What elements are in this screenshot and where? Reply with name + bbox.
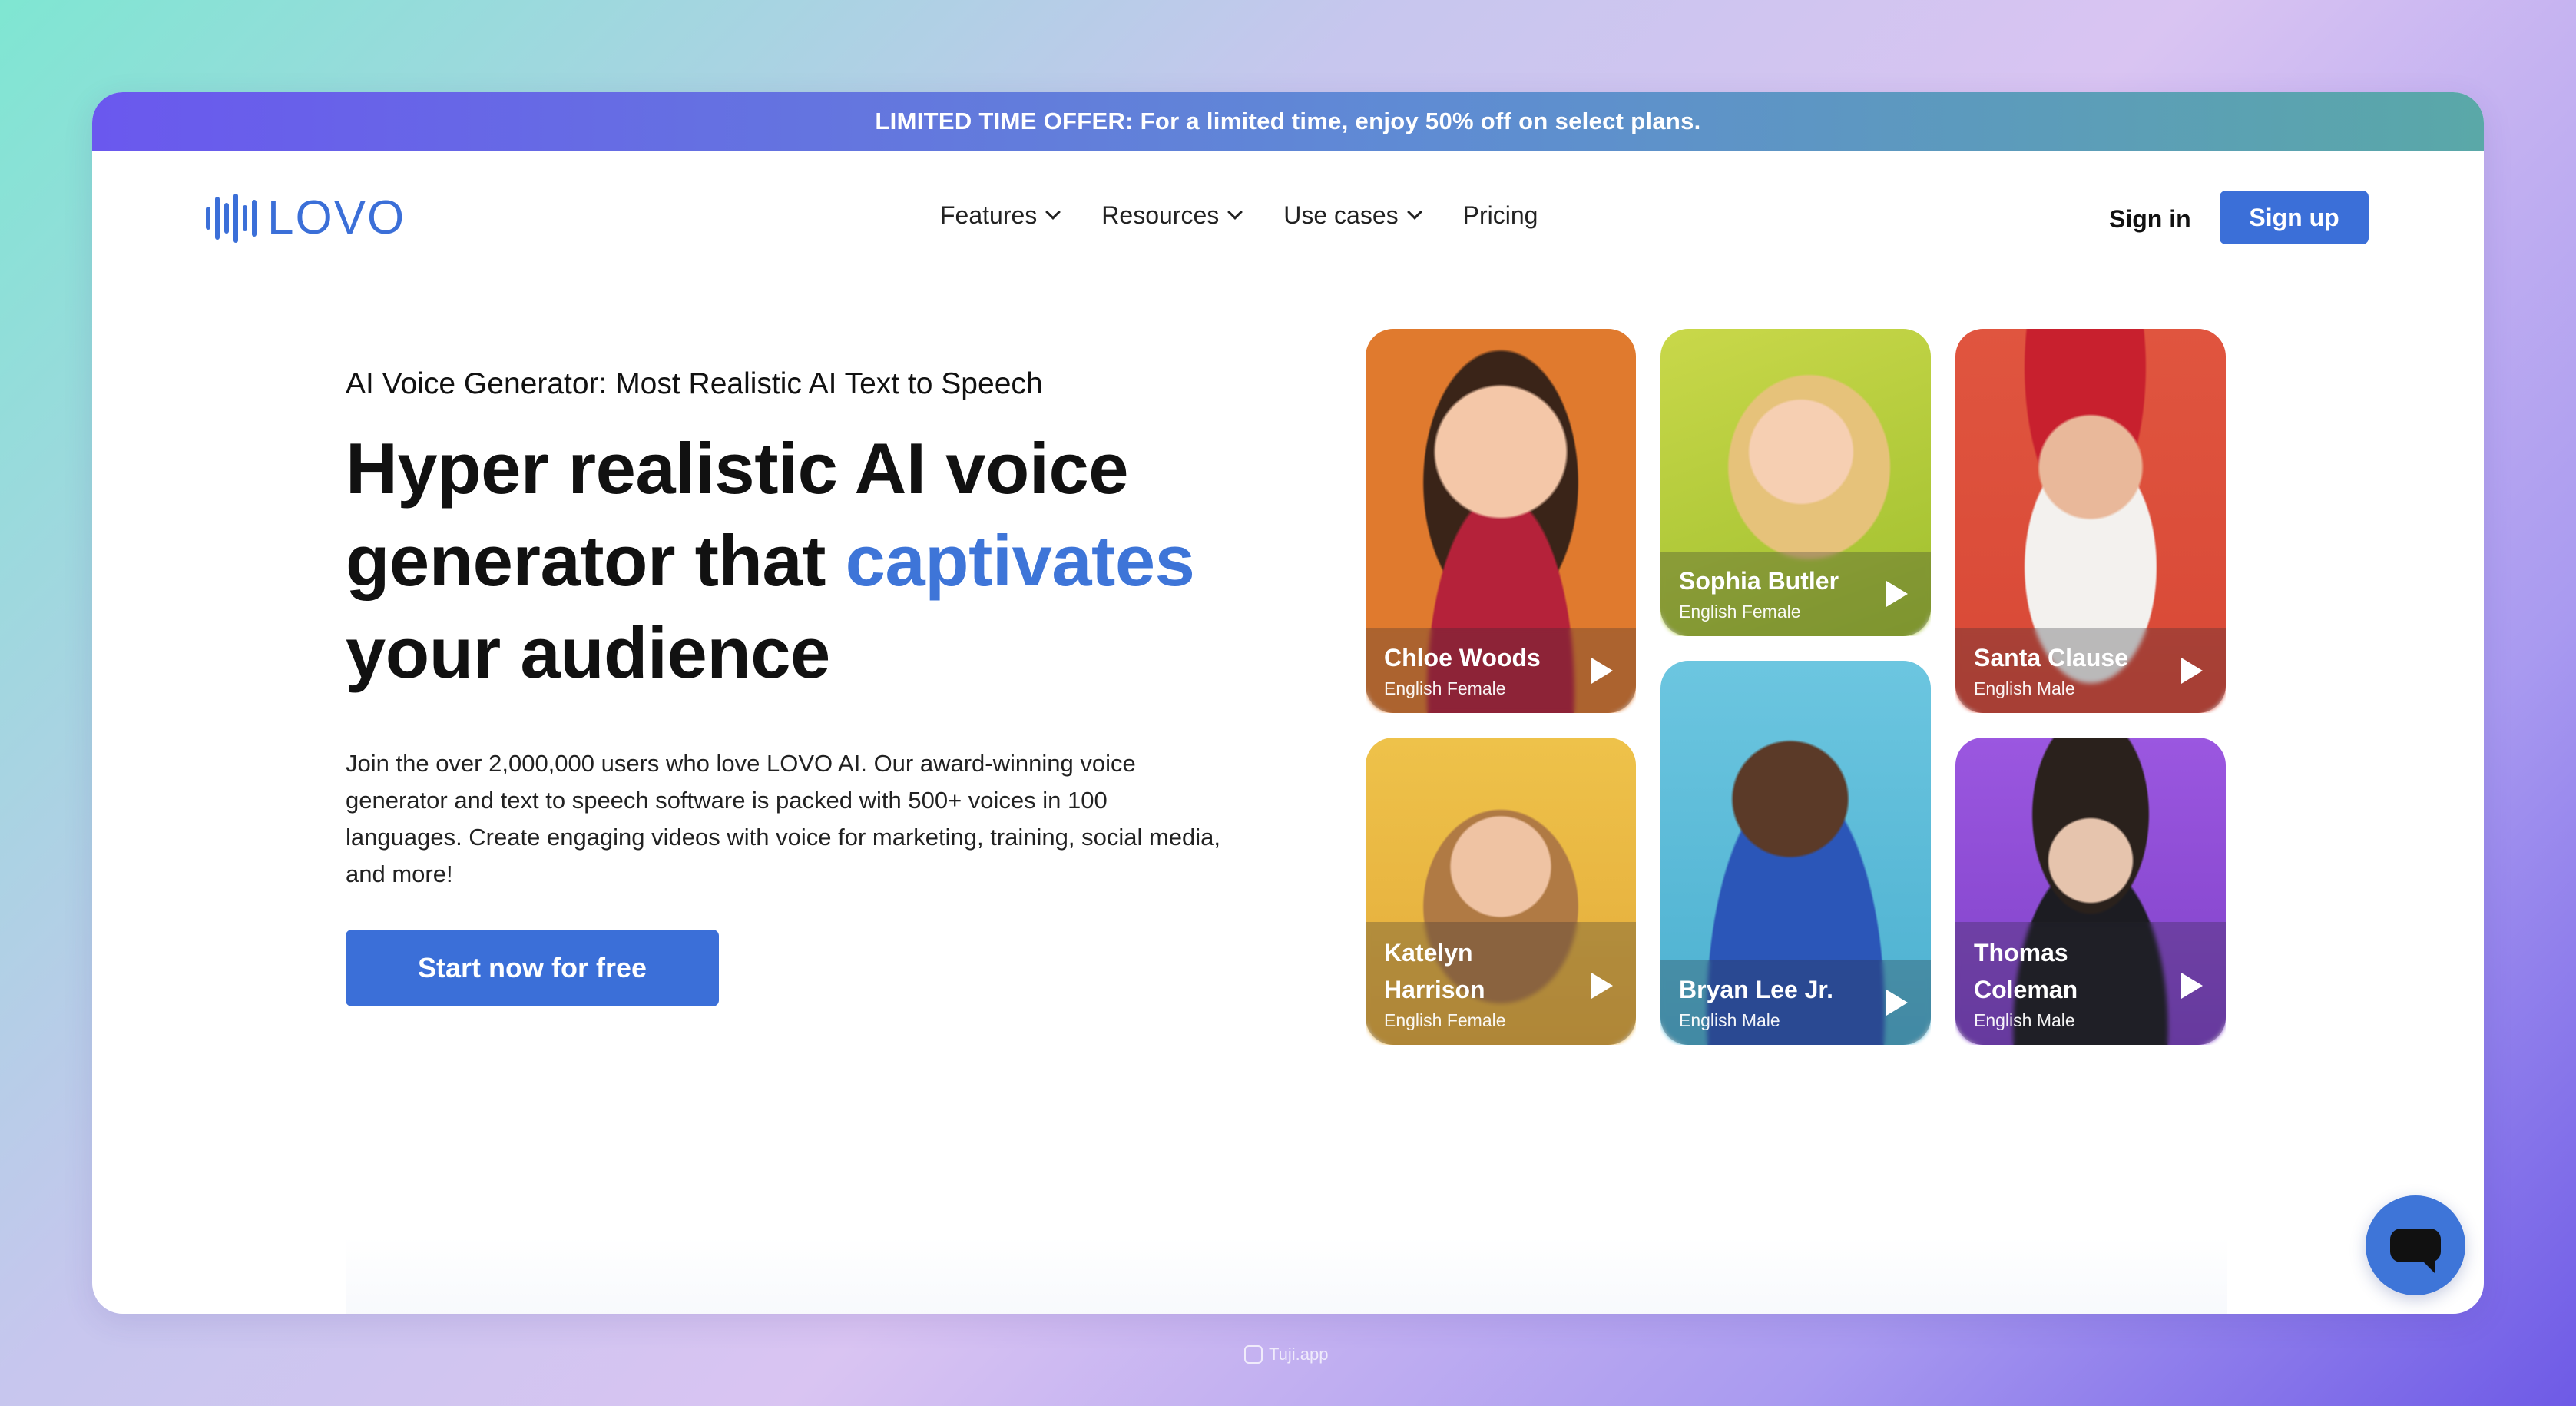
chevron-down-icon <box>1406 204 1422 220</box>
play-icon[interactable] <box>1886 581 1908 607</box>
top-nav: LOVO Features Resources Use cases Pricin… <box>92 151 2484 280</box>
nav-features-label: Features <box>940 201 1038 229</box>
voice-card-chloe[interactable]: Chloe Woods English Female <box>1366 329 1636 713</box>
chevron-down-icon <box>1227 204 1243 220</box>
play-icon[interactable] <box>1886 990 1908 1016</box>
nav-features[interactable]: Features <box>940 201 1061 230</box>
hero-description: Join the over 2,000,000 users who love L… <box>346 750 1221 887</box>
play-icon[interactable] <box>2181 658 2203 684</box>
promo-banner[interactable]: LIMITED TIME OFFER: For a limited time, … <box>92 92 2484 151</box>
voice-name: Chloe Woods <box>1384 644 1541 671</box>
play-icon[interactable] <box>1591 973 1613 999</box>
play-icon[interactable] <box>1591 658 1613 684</box>
main-menu: Features Resources Use cases Pricing <box>940 151 1538 280</box>
start-free-button[interactable]: Start now for free <box>346 930 719 1006</box>
nav-pricing[interactable]: Pricing <box>1463 201 1538 230</box>
voice-language: English Female <box>1384 678 1506 698</box>
next-section-peek <box>346 1237 2227 1314</box>
hero-title-line-1: Hyper realistic AI voice <box>346 428 1129 509</box>
voice-language: English Male <box>1679 1010 1780 1030</box>
watermark: Tuji.app <box>1244 1345 1328 1365</box>
nav-resources-label: Resources <box>1101 201 1220 229</box>
hero-title-line-2-text: generator that <box>346 520 846 601</box>
nav-use-cases-label: Use cases <box>1283 201 1399 229</box>
logo-text: LOVO <box>267 191 406 244</box>
logo[interactable]: LOVO <box>206 191 406 245</box>
hero-title: Hyper realistic AI voice generator that … <box>346 423 1344 699</box>
voice-language: English Female <box>1679 602 1801 622</box>
voice-card-bryan[interactable]: Bryan Lee Jr. English Male <box>1660 661 1931 1045</box>
chevron-down-icon <box>1045 204 1061 220</box>
hero-subtitle: AI Voice Generator: Most Realistic AI Te… <box>346 367 1043 400</box>
tuji-icon <box>1244 1345 1263 1364</box>
promo-text: LIMITED TIME OFFER: For a limited time, … <box>875 108 1701 134</box>
chat-button[interactable] <box>2366 1195 2465 1295</box>
waveform-icon <box>206 193 257 243</box>
voice-name: Sophia Butler <box>1679 567 1839 595</box>
voice-card-sophia[interactable]: Sophia Butler English Female <box>1660 329 1931 636</box>
voice-language: English Male <box>1974 1010 2075 1030</box>
voice-language: English Female <box>1384 1010 1506 1030</box>
hero-title-accent: captivates <box>845 520 1195 601</box>
browser-window: LIMITED TIME OFFER: For a limited time, … <box>92 92 2484 1314</box>
chat-icon <box>2390 1229 2441 1273</box>
nav-pricing-label: Pricing <box>1462 201 1538 229</box>
voice-name: Thomas Coleman <box>1974 939 2078 1003</box>
voice-card-thomas[interactable]: Thomas Coleman English Male <box>1955 738 2226 1045</box>
voice-card-katelyn[interactable]: Katelyn Harrison English Female <box>1366 738 1636 1045</box>
sign-in-link[interactable]: Sign in <box>2109 192 2191 246</box>
voice-language: English Male <box>1974 678 2075 698</box>
sign-up-button[interactable]: Sign up <box>2220 191 2369 244</box>
watermark-text: Tuji.app <box>1269 1345 1329 1364</box>
hero-title-line-3: your audience <box>346 612 830 693</box>
nav-use-cases[interactable]: Use cases <box>1283 201 1422 230</box>
voice-name: Bryan Lee Jr. <box>1679 976 1833 1003</box>
nav-resources[interactable]: Resources <box>1101 201 1243 230</box>
voice-name: Katelyn Harrison <box>1384 939 1485 1003</box>
hero-title-line-2: generator that captivates <box>346 515 1344 607</box>
voice-name: Santa Clause <box>1974 644 2128 671</box>
voice-card-santa[interactable]: Santa Clause English Male <box>1955 329 2226 713</box>
play-icon[interactable] <box>2181 973 2203 999</box>
